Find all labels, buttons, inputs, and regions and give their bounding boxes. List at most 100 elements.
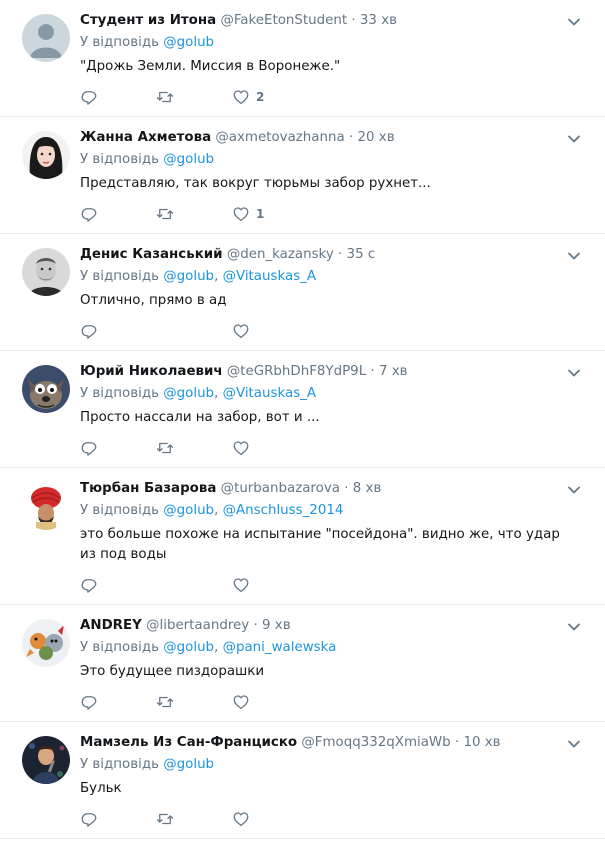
reply-button[interactable] — [80, 693, 156, 711]
reply-icon — [81, 208, 97, 222]
mention-link[interactable]: @golub — [163, 640, 214, 655]
retweet-button[interactable] — [156, 439, 232, 457]
chevron-down-icon[interactable] — [567, 249, 581, 263]
like-button[interactable]: 1 — [232, 205, 308, 223]
username[interactable]: @FakeEtonStudent — [220, 13, 347, 28]
heart-icon — [233, 578, 249, 593]
tweet-actions: 2 — [80, 87, 565, 107]
reply-context: У відповідь @golub — [80, 150, 565, 170]
retweet-icon — [156, 442, 174, 454]
avatar[interactable] — [22, 619, 70, 667]
reply-prefix: У відповідь — [80, 35, 159, 50]
reply-context: У відповідь @golub, @pani_walewska — [80, 640, 337, 655]
like-button[interactable] — [232, 810, 308, 828]
display-name[interactable]: Юрий Николаевич — [80, 364, 223, 379]
tweet[interactable]: ANDREY @libertaandrey · 9 хв У відповідь … — [0, 605, 605, 722]
tweet[interactable]: Мамзель Из Сан-Франциско @Fmoqq332qXmiaW… — [0, 722, 605, 839]
tweet[interactable]: Юрий Николаевич @teGRbhDhF8YdP9L · 7 хв У… — [0, 351, 605, 468]
timestamp[interactable]: 9 хв — [262, 618, 291, 633]
display-name[interactable]: Жанна Ахметова — [80, 130, 211, 145]
like-button[interactable] — [232, 439, 308, 457]
avatar[interactable] — [22, 131, 70, 179]
reply-prefix: У відповідь — [80, 386, 159, 401]
like-button[interactable]: 2 — [232, 88, 308, 106]
tweet-text: Представляю, так вокруг тюрьмы забор рух… — [80, 176, 431, 191]
retweet-button[interactable] — [156, 205, 232, 223]
reply-button[interactable] — [80, 322, 156, 340]
retweet-icon — [156, 91, 174, 103]
tweet[interactable]: Тюрбан Базарова @turbanbazarova · 8 хв У … — [0, 468, 605, 605]
tweet-text: это больше похоже на испытание "посейдон… — [80, 527, 560, 562]
mention-link[interactable]: @golub — [163, 386, 214, 401]
mention-link[interactable]: @Vitauskas_A — [223, 269, 316, 284]
tweet[interactable]: Жанна Ахметова @axmetovazhanna · 20 хв У … — [0, 117, 605, 234]
tweet-text: Это будущее пиздорашки — [80, 664, 265, 679]
reply-icon — [81, 579, 97, 593]
mention-link[interactable]: @pani_walewska — [223, 640, 337, 655]
mention-link[interactable]: @golub — [163, 35, 214, 50]
reply-button[interactable] — [80, 576, 156, 594]
separator-dot: · — [347, 13, 360, 28]
mention-link[interactable]: @golub — [163, 152, 214, 167]
timestamp[interactable]: 33 хв — [360, 13, 397, 28]
reply-icon — [81, 325, 97, 339]
avatar[interactable] — [22, 482, 70, 530]
like-button[interactable] — [232, 576, 308, 594]
mention-link[interactable]: @Vitauskas_A — [223, 386, 316, 401]
timestamp[interactable]: 35 с — [347, 247, 376, 262]
chevron-down-icon[interactable] — [567, 132, 581, 146]
username[interactable]: @turbanbazarova — [221, 481, 340, 496]
like-button[interactable] — [232, 322, 308, 340]
tweet[interactable]: Студент из Итона @FakeEtonStudent · 33 х… — [0, 0, 605, 117]
chevron-down-icon[interactable] — [567, 620, 581, 634]
timestamp[interactable]: 20 хв — [357, 130, 394, 145]
retweet-button[interactable] — [156, 810, 232, 828]
avatar[interactable] — [22, 736, 70, 784]
tweet-header: Жанна Ахметова @axmetovazhanna · 20 хв — [80, 129, 565, 147]
display-name[interactable]: Студент из Итона — [80, 13, 216, 28]
timestamp[interactable]: 7 хв — [379, 364, 408, 379]
avatar[interactable] — [22, 365, 70, 413]
separator-dot: · — [366, 364, 379, 379]
username[interactable]: @teGRbhDhF8YdP9L — [227, 364, 366, 379]
chevron-down-icon[interactable] — [567, 366, 581, 380]
mention-link[interactable]: @golub — [163, 757, 214, 772]
reply-context: У відповідь @golub — [80, 755, 565, 775]
chevron-down-icon[interactable] — [567, 483, 581, 497]
username[interactable]: @den_kazansky — [227, 247, 334, 262]
chevron-down-icon[interactable] — [567, 15, 581, 29]
timestamp[interactable]: 8 хв — [353, 481, 382, 496]
timestamp[interactable]: 10 хв — [463, 735, 500, 750]
retweet-button[interactable] — [156, 693, 232, 711]
reply-button[interactable] — [80, 205, 156, 223]
username[interactable]: @libertaandrey — [146, 618, 249, 633]
avatar[interactable] — [22, 248, 70, 296]
reply-button[interactable] — [80, 439, 156, 457]
reply-icon — [81, 91, 97, 105]
display-name[interactable]: Мамзель Из Сан-Франциско — [80, 735, 297, 750]
display-name[interactable]: Тюрбан Базарова — [80, 481, 216, 496]
tweet-content: Студент из Итона @FakeEtonStudent · 33 х… — [80, 12, 565, 107]
username[interactable]: @Fmoqq332qXmiaWb — [301, 735, 450, 750]
like-button[interactable] — [232, 693, 308, 711]
separator-dot: · — [344, 130, 358, 145]
retweet-button[interactable] — [156, 88, 232, 106]
tweet[interactable]: Денис Казанський @den_kazansky · 35 с У в… — [0, 234, 605, 351]
mention-link[interactable]: @golub — [163, 503, 214, 518]
chevron-down-icon[interactable] — [567, 737, 581, 751]
reply-button[interactable] — [80, 810, 156, 828]
reply-prefix: У відповідь — [80, 503, 159, 518]
tweet-text: Бульк — [80, 781, 122, 796]
display-name[interactable]: ANDREY — [80, 618, 142, 633]
reply-icon — [81, 696, 97, 710]
reply-feed: Студент из Итона @FakeEtonStudent · 33 х… — [0, 0, 605, 839]
reply-context: У відповідь @golub — [80, 33, 565, 53]
username[interactable]: @axmetovazhanna — [215, 130, 344, 145]
reply-button[interactable] — [80, 88, 156, 106]
mention-link[interactable]: @Anschluss_2014 — [223, 503, 344, 518]
tweet-text: "Дрожь Земли. Миссия в Воронеже." — [80, 59, 341, 74]
mention-link[interactable]: @golub — [163, 269, 214, 284]
avatar[interactable] — [22, 14, 70, 62]
tweet-header: Тюрбан Базарова @turbanbazarova · 8 хв — [80, 480, 565, 498]
display-name[interactable]: Денис Казанський — [80, 247, 223, 262]
